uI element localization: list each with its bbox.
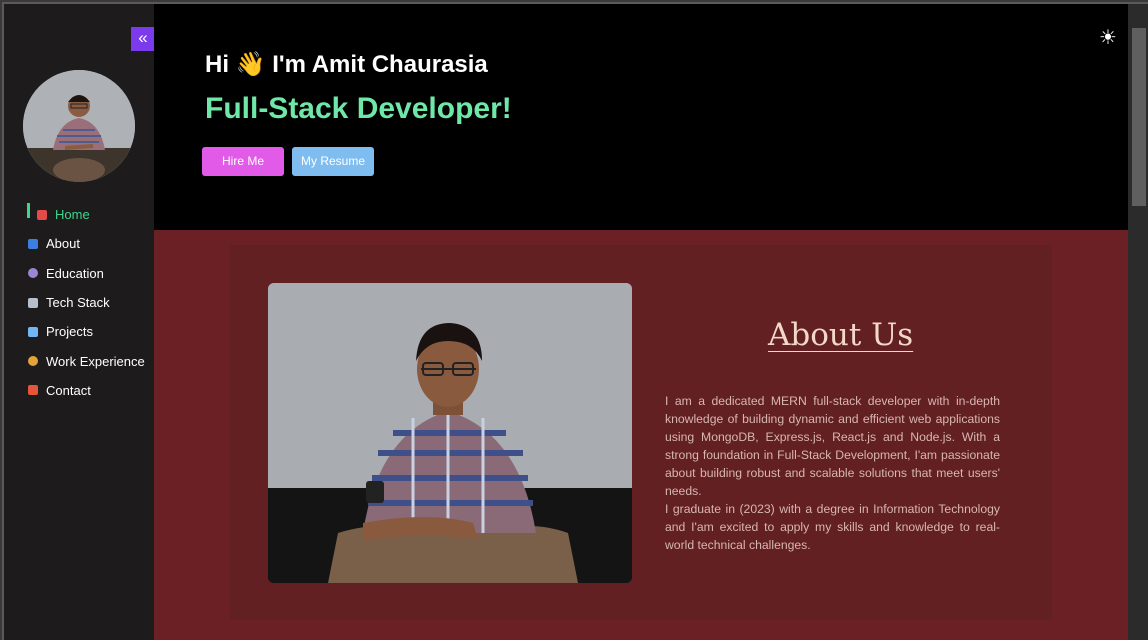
collapse-sidebar-button[interactable]: « <box>131 27 155 51</box>
greeting-hi: Hi <box>205 51 229 78</box>
sidebar-item-about[interactable]: About <box>4 229 154 258</box>
waving-hand-icon: 👋 <box>235 51 266 78</box>
sidebar: « Home About Education Tech Stack Projec… <box>4 4 155 640</box>
profile-photo-icon <box>23 70 135 182</box>
scrollbar-thumb[interactable] <box>1132 28 1146 206</box>
tools-icon <box>28 297 38 308</box>
about-title: About Us <box>768 317 914 353</box>
worker-icon <box>28 356 38 367</box>
sidebar-item-label: Tech Stack <box>46 295 110 311</box>
sidebar-item-label: Contact <box>46 382 91 398</box>
portrait-photo-icon <box>268 283 632 583</box>
browser-viewport: « Home About Education Tech Stack Projec… <box>0 0 1148 640</box>
sidebar-item-label: Home <box>55 207 90 223</box>
sun-icon: ☀ <box>1099 27 1117 49</box>
sidebar-item-education[interactable]: Education <box>4 259 154 288</box>
greeting-name: I'm Amit Chaurasia <box>272 51 488 78</box>
sidebar-item-label: Education <box>46 265 104 281</box>
sidebar-item-work-experience[interactable]: Work Experience <box>4 346 154 375</box>
page-scrollbar[interactable] <box>1128 4 1148 640</box>
avatar <box>23 70 135 182</box>
greeting-heading: Hi 👋 I'm Amit Chaurasia <box>205 50 488 79</box>
double-chevron-left-icon: « <box>138 28 148 47</box>
about-description: I am a dedicated MERN full-stack develop… <box>665 392 1000 554</box>
hero-section: Hi 👋 I'm Amit Chaurasia Full-Stack Devel… <box>154 4 1128 230</box>
sidebar-item-tech-stack[interactable]: Tech Stack <box>4 288 154 317</box>
sidebar-item-contact[interactable]: Contact <box>4 376 154 405</box>
theme-toggle-button[interactable]: ☀ <box>1097 27 1119 49</box>
phone-icon <box>28 385 38 396</box>
sidebar-item-projects[interactable]: Projects <box>4 317 154 346</box>
hire-me-button[interactable]: Hire Me <box>202 147 284 176</box>
about-photo <box>268 283 632 583</box>
sidebar-nav: Home About Education Tech Stack Projects… <box>4 200 154 405</box>
sidebar-item-label: Projects <box>46 324 93 340</box>
about-paragraph: I am a dedicated MERN full-stack develop… <box>665 394 1000 498</box>
sidebar-item-label: Work Experience <box>46 353 145 369</box>
about-section: About Us I am a dedicated MERN full-stac… <box>154 230 1128 640</box>
about-paragraph: I graduate in (2023) with a degree in In… <box>665 502 1000 552</box>
role-title: Full-Stack Developer! <box>205 92 512 125</box>
my-resume-button[interactable]: My Resume <box>292 147 374 176</box>
sidebar-item-label: About <box>46 236 80 252</box>
home-icon <box>37 209 47 220</box>
info-icon <box>28 238 38 249</box>
student-icon <box>28 268 38 279</box>
sidebar-item-home[interactable]: Home <box>4 200 154 229</box>
about-card: About Us I am a dedicated MERN full-stac… <box>230 245 1052 620</box>
document-icon <box>28 326 38 337</box>
